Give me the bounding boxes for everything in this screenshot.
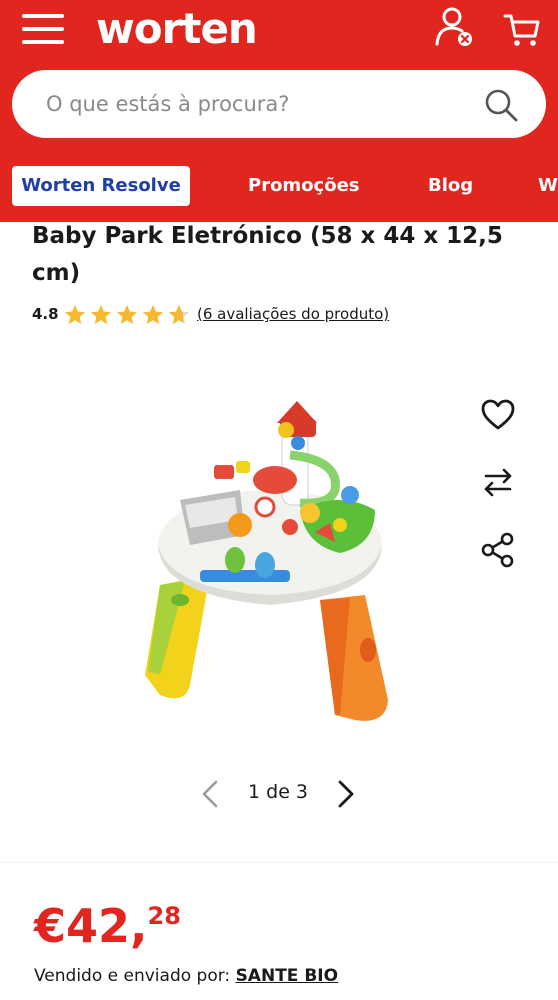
search-input[interactable] bbox=[46, 70, 466, 138]
product-price: €42,28 bbox=[34, 898, 181, 954]
nav-item-blog[interactable]: Blog bbox=[428, 166, 473, 206]
nav-item-partial[interactable]: W bbox=[538, 166, 558, 206]
seller-prefix: Vendido e enviado por: bbox=[34, 966, 231, 986]
seller-name-link[interactable]: SANTE BIO bbox=[236, 966, 339, 986]
seller-info: Vendido e enviado por: SANTE BIO bbox=[34, 966, 338, 986]
reviews-link[interactable]: (6 avaliações do produto) bbox=[197, 305, 389, 323]
chevron-right-icon[interactable] bbox=[330, 778, 360, 810]
hamburger-menu-icon[interactable] bbox=[22, 12, 66, 46]
compare-arrows-icon[interactable] bbox=[478, 462, 518, 502]
star-rating-icon bbox=[65, 305, 189, 324]
price-cents: 28 bbox=[147, 902, 181, 930]
product-title: Baby Park Eletrónico (58 x 44 x 12,5 cm) bbox=[32, 223, 503, 286]
image-pager: 1 de 3 bbox=[196, 774, 366, 814]
nav-item-promocoes[interactable]: Promoções bbox=[248, 166, 360, 206]
section-divider bbox=[0, 862, 558, 863]
top-bar: worten bbox=[0, 0, 558, 62]
chevron-left-icon[interactable] bbox=[196, 778, 226, 810]
search-bar bbox=[12, 70, 546, 138]
user-account-icon[interactable] bbox=[432, 6, 476, 48]
rating-value: 4.8 bbox=[32, 305, 59, 323]
share-icon[interactable] bbox=[478, 530, 518, 570]
rating-row: 4.8 (6 avaliações do produto) bbox=[32, 302, 532, 328]
baby-activity-table-image[interactable] bbox=[140, 395, 400, 725]
shopping-cart-icon[interactable] bbox=[502, 8, 542, 48]
pager-counter: 1 de 3 bbox=[248, 781, 309, 803]
nav-item-worten-resolve[interactable]: Worten Resolve bbox=[12, 166, 190, 206]
price-main: €42, bbox=[34, 899, 148, 953]
site-header: worten Worten Resolve Promoções Blog W bbox=[0, 0, 558, 222]
search-icon[interactable] bbox=[482, 86, 522, 124]
category-nav: Worten Resolve Promoções Blog W bbox=[0, 162, 558, 212]
heart-icon[interactable] bbox=[478, 395, 518, 435]
worten-logo[interactable]: worten bbox=[96, 4, 258, 54]
